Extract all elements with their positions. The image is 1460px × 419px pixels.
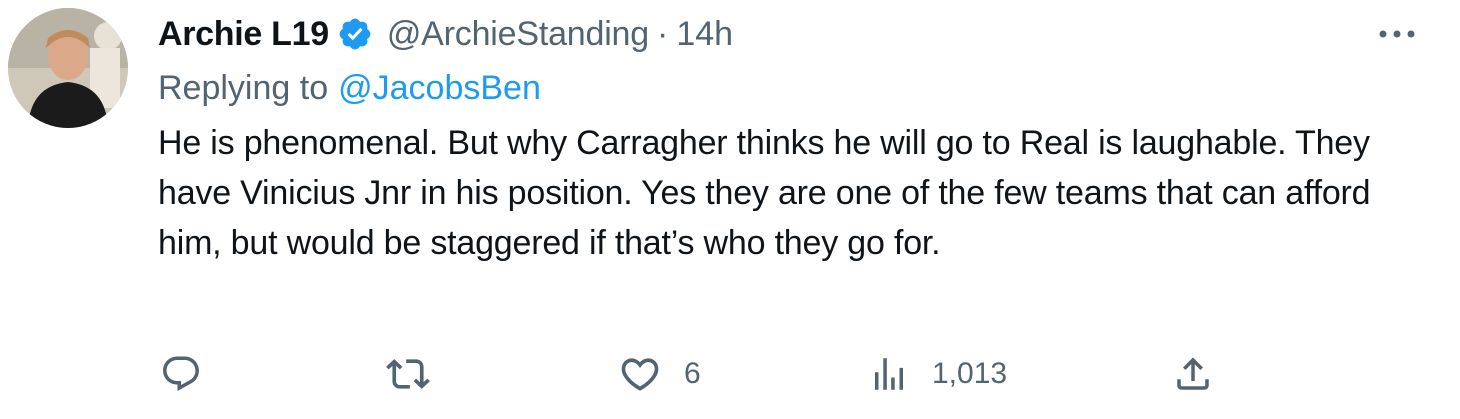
- more-options-button[interactable]: [1374, 16, 1420, 52]
- heart-icon: [621, 358, 659, 391]
- tweet-card: Archie L19 @ArchieStanding · 14h Replyin…: [0, 0, 1460, 419]
- share-icon: [1177, 357, 1209, 390]
- analytics-icon: [875, 358, 903, 390]
- replying-to-label: Replying to: [158, 68, 329, 107]
- avatar[interactable]: [8, 8, 128, 128]
- tweet-header: Archie L19 @ArchieStanding · 14h: [158, 12, 733, 56]
- author-handle[interactable]: @ArchieStanding: [387, 15, 649, 54]
- replying-to-handle[interactable]: @JacobsBen: [338, 69, 541, 108]
- like-count: 6: [684, 357, 701, 390]
- action-bar: 6 1,013: [0, 346, 1460, 402]
- tweet-text: He is phenomenal. But why Carragher thin…: [158, 124, 1371, 262]
- retweet-button[interactable]: [386, 346, 452, 402]
- tweet-timestamp[interactable]: 14h: [676, 15, 733, 54]
- reply-icon: [163, 356, 199, 391]
- views-button[interactable]: 1,013: [868, 346, 1007, 402]
- reply-button[interactable]: [160, 346, 224, 402]
- retweet-icon: [386, 359, 430, 389]
- views-count: 1,013: [932, 357, 1008, 390]
- more-dots-icon: [1379, 30, 1415, 38]
- like-button[interactable]: 6: [618, 346, 701, 402]
- avatar-photo: [8, 8, 128, 128]
- author-name[interactable]: Archie L19: [158, 15, 329, 54]
- verified-badge-icon: [337, 16, 373, 52]
- replying-to: Replying to @JacobsBen: [158, 66, 541, 110]
- share-button[interactable]: [1172, 346, 1236, 402]
- header-separator: ·: [656, 14, 669, 53]
